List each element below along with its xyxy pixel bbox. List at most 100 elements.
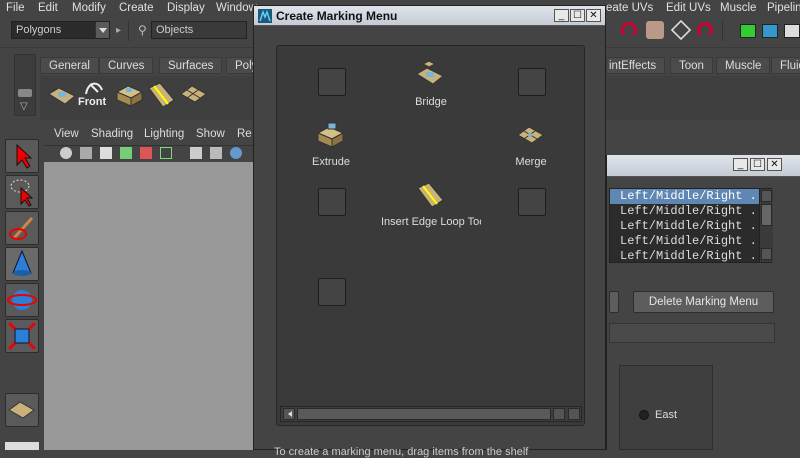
menu-pipeline[interactable]: Pipeline	[767, 2, 800, 14]
gate-icon[interactable]	[120, 147, 132, 159]
move-tool[interactable]	[5, 247, 39, 281]
menu-modify[interactable]: Modify	[72, 2, 106, 14]
scroll-up-button[interactable]	[761, 190, 772, 202]
scroll-thumb[interactable]	[761, 204, 772, 226]
panel-menu-view[interactable]: View	[54, 128, 79, 140]
toolbox	[0, 122, 42, 450]
wireframe-icon[interactable]	[210, 147, 222, 159]
paint-select-tool[interactable]	[5, 211, 39, 245]
rotate-tool[interactable]	[5, 283, 39, 317]
layout-button[interactable]	[5, 442, 39, 450]
scroll-thumb[interactable]	[297, 408, 551, 420]
list-item[interactable]: Left/Middle/Right ...	[610, 249, 771, 264]
minimize-button[interactable]: _	[554, 9, 569, 22]
slot-northeast[interactable]	[518, 68, 546, 96]
tab-polygons[interactable]: Poly	[226, 57, 254, 74]
dialog-instructions: To create a marking menu, drag items fro…	[274, 446, 529, 458]
snap-icon[interactable]	[646, 21, 664, 39]
delete-marking-menu-button[interactable]: Delete Marking Menu	[633, 291, 774, 313]
smooth-shade-icon[interactable]	[230, 147, 242, 159]
shelf-handle[interactable]: ▽	[14, 54, 36, 116]
section-header	[609, 323, 775, 343]
marking-menus-titlebar[interactable]: _ ☐ ✕	[607, 155, 800, 177]
magnet-live-icon[interactable]	[697, 22, 713, 38]
slot-east-lower[interactable]	[518, 188, 546, 216]
slot-south[interactable]	[318, 278, 346, 306]
menu-muscle[interactable]: Muscle	[720, 2, 756, 14]
merge-label: Merge	[515, 156, 547, 168]
front-view-icon[interactable]	[80, 78, 108, 96]
last-used-tool[interactable]	[5, 393, 39, 427]
tab-paint-effects[interactable]: intEffects	[606, 57, 666, 74]
east-radio[interactable]	[639, 410, 649, 420]
merge-shelf-icon[interactable]	[178, 80, 208, 110]
close-button[interactable]: ✕	[767, 158, 782, 171]
bridge-icon[interactable]	[415, 60, 447, 86]
maya-logo-icon	[258, 9, 272, 23]
menu-display[interactable]: Display	[167, 2, 205, 14]
panel-menu-lighting[interactable]: Lighting	[144, 128, 184, 140]
scroll-right-button[interactable]	[553, 408, 565, 420]
bridge-shelf-icon[interactable]	[47, 80, 77, 110]
tab-muscle[interactable]: Muscle	[716, 57, 771, 74]
close-button[interactable]: ✕	[586, 9, 601, 22]
tab-toon[interactable]: Toon	[670, 57, 713, 74]
bridge-label: Bridge	[415, 96, 447, 108]
menu-edit-uvs[interactable]: Edit UVs	[666, 2, 711, 14]
maximize-button[interactable]: ☐	[750, 158, 765, 171]
menu-file[interactable]: File	[6, 2, 25, 14]
select-tool[interactable]	[5, 139, 39, 173]
viewport-3d[interactable]	[44, 162, 254, 450]
list-item[interactable]: Left/Middle/Right ...	[610, 204, 771, 219]
image-plane-icon[interactable]	[100, 147, 112, 159]
bookmark-icon[interactable]	[80, 147, 92, 159]
panel-menu-show[interactable]: Show	[196, 128, 225, 140]
dialog-titlebar[interactable]: Create Marking Menu _ ☐ ✕	[254, 6, 605, 26]
resolution-gate-icon[interactable]	[160, 147, 172, 159]
film-gate-icon[interactable]	[140, 147, 152, 159]
scroll-end-button[interactable]	[568, 408, 580, 420]
vertical-scrollbar[interactable]	[759, 189, 773, 262]
edit-button-partial[interactable]	[609, 291, 619, 313]
menu-edit[interactable]: Edit	[38, 2, 58, 14]
insert-edge-loop-shelf-icon[interactable]	[146, 80, 176, 110]
render-view-icon[interactable]	[762, 24, 778, 38]
lasso-tool[interactable]	[5, 175, 39, 209]
tab-fluid[interactable]: Fluid	[771, 57, 800, 74]
filter-icon[interactable]: ⚲	[138, 23, 147, 37]
insert-edge-loop-icon[interactable]	[415, 180, 447, 210]
select-arrow-icon	[16, 143, 33, 169]
slot-west-lower[interactable]	[318, 188, 346, 216]
scroll-down-button[interactable]	[761, 248, 772, 260]
scale-tool[interactable]	[5, 319, 39, 353]
horizontal-scrollbar[interactable]	[280, 406, 582, 422]
objects-field[interactable]: Objects	[151, 21, 247, 39]
magnet-icon[interactable]	[621, 22, 637, 38]
tab-general[interactable]: General	[40, 57, 99, 74]
panel-menu-renderer[interactable]: Re	[237, 128, 252, 140]
menu-create[interactable]: Create	[119, 2, 154, 14]
extrude-icon[interactable]	[315, 121, 347, 149]
list-item[interactable]: Left/Middle/Right ...	[610, 234, 771, 249]
menu-create-uvs[interactable]: eate UVs	[606, 2, 653, 14]
marking-menu-list[interactable]: Left/Middle/Right ... Left/Middle/Right …	[609, 188, 773, 264]
tab-surfaces[interactable]: Surfaces	[159, 57, 223, 74]
panel-menu-shading[interactable]: Shading	[91, 128, 133, 140]
slot-northwest[interactable]	[318, 68, 346, 96]
merge-icon[interactable]	[515, 121, 547, 149]
extrude-shelf-icon[interactable]	[114, 80, 144, 110]
camera-icon[interactable]	[60, 147, 72, 159]
collapse-arrow-icon[interactable]: ▸	[116, 25, 121, 36]
tab-curves[interactable]: Curves	[99, 57, 154, 74]
menu-window[interactable]: Window	[216, 2, 257, 14]
merge-tool-icon	[8, 401, 35, 419]
mode-selector[interactable]: Polygons	[11, 21, 110, 39]
render-settings-icon[interactable]	[784, 24, 800, 38]
list-item[interactable]: Left/Middle/Right ...	[610, 219, 771, 234]
maximize-button[interactable]: ☐	[570, 9, 585, 22]
grid-icon[interactable]	[190, 147, 202, 159]
minimize-button[interactable]: _	[733, 158, 748, 171]
snap-grid-icon[interactable]	[670, 19, 692, 41]
render-icon[interactable]	[740, 24, 756, 38]
list-item[interactable]: Left/Middle/Right ...	[610, 189, 771, 204]
